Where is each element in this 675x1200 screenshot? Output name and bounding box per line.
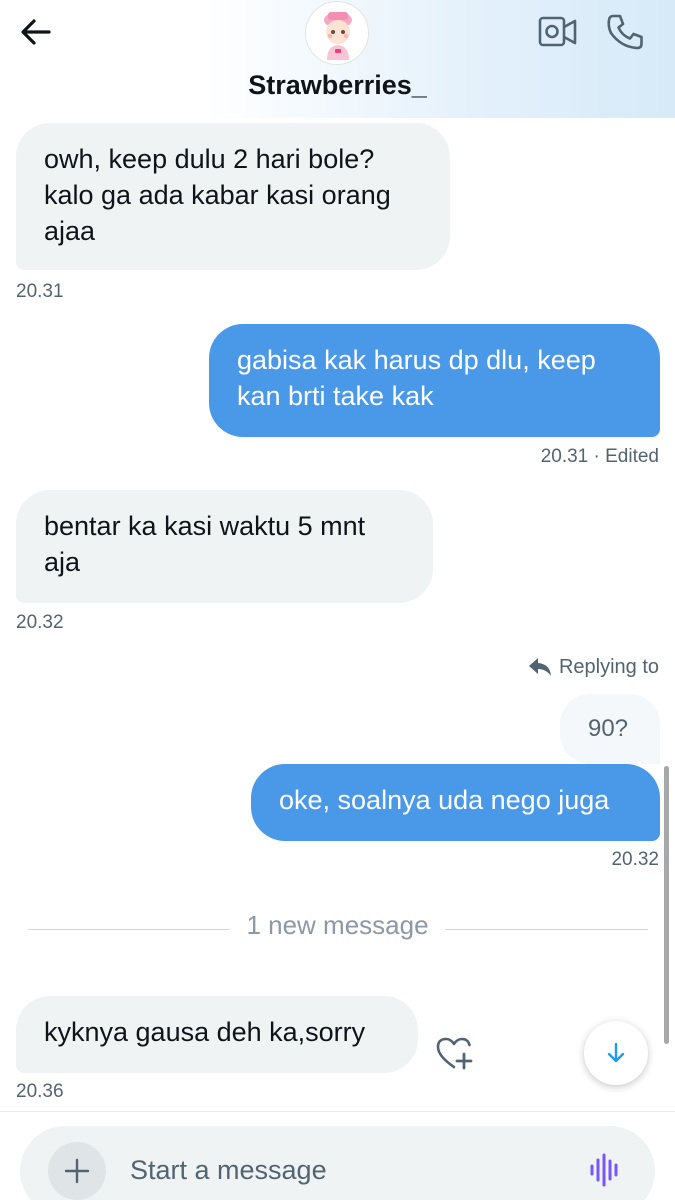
message-timestamp: 20.31: [16, 281, 64, 302]
quoted-message[interactable]: 90?: [560, 694, 660, 764]
back-button[interactable]: [16, 12, 56, 52]
message-composer: [20, 1126, 655, 1200]
message-input[interactable]: [130, 1152, 550, 1188]
message-line: ajaa: [44, 216, 96, 246]
message-line: gabisa kak harus dp dlu, keep: [237, 345, 596, 375]
message-line: kan brti take kak: [237, 381, 434, 411]
message-bubble-incoming[interactable]: kyknya gausa deh ka,sorry: [16, 996, 418, 1073]
divider-line-right: [445, 929, 648, 930]
message-line: kalo ga ada kabar kasi orang: [44, 180, 391, 210]
reply-arrow-icon: [528, 658, 551, 676]
replying-to-label: Replying to: [558, 655, 659, 678]
back-arrow-icon: [21, 19, 51, 45]
scroll-to-bottom-button[interactable]: [584, 1021, 648, 1085]
message-timestamp: 20.32: [16, 612, 64, 633]
message-line: bentar ka kasi waktu 5 mnt: [44, 511, 366, 541]
message-timestamp: 20.31 · Edited: [540, 446, 659, 467]
add-attachment-button[interactable]: [48, 1142, 106, 1200]
scrollbar-thumb[interactable]: [664, 766, 669, 1044]
video-call-button[interactable]: [536, 14, 578, 50]
voice-message-button[interactable]: [588, 1152, 624, 1188]
message-line: owh, keep dulu 2 hari bole?: [44, 144, 375, 174]
message-bubble-outgoing[interactable]: gabisa kak harus dp dlu, keep kan brti t…: [209, 324, 660, 437]
avatar-image: [306, 2, 368, 64]
message-line: kyknya gausa deh ka,sorry: [44, 1017, 366, 1047]
message-line: aja: [44, 547, 81, 577]
message-bubble-incoming[interactable]: owh, keep dulu 2 hari bole? kalo ga ada …: [16, 123, 450, 270]
chat-header: Strawberries_: [0, 0, 675, 118]
replying-to-indicator[interactable]: Replying to: [527, 652, 659, 682]
plus-icon: [64, 1158, 90, 1184]
composer-separator: [0, 1111, 675, 1112]
message-bubble-incoming[interactable]: bentar ka kasi waktu 5 mnt aja: [16, 490, 433, 603]
voice-waveform-icon: [590, 1153, 618, 1187]
new-message-divider: 1 new message: [246, 910, 429, 940]
phone-call-button[interactable]: [604, 12, 646, 52]
message-timestamp: 20.36: [16, 1081, 64, 1102]
add-reaction-button[interactable]: [434, 1034, 474, 1072]
message-timestamp: 20.32: [611, 849, 659, 870]
video-call-icon: [538, 16, 577, 47]
arrow-down-icon: [607, 1042, 625, 1063]
chat-title[interactable]: Strawberries_: [0, 70, 675, 101]
avatar[interactable]: [305, 1, 369, 65]
phone-icon: [607, 14, 643, 50]
heart-plus-icon: [436, 1037, 473, 1070]
message-bubble-outgoing[interactable]: oke, soalnya uda nego juga: [251, 764, 660, 841]
message-line: oke, soalnya uda nego juga: [279, 785, 610, 815]
